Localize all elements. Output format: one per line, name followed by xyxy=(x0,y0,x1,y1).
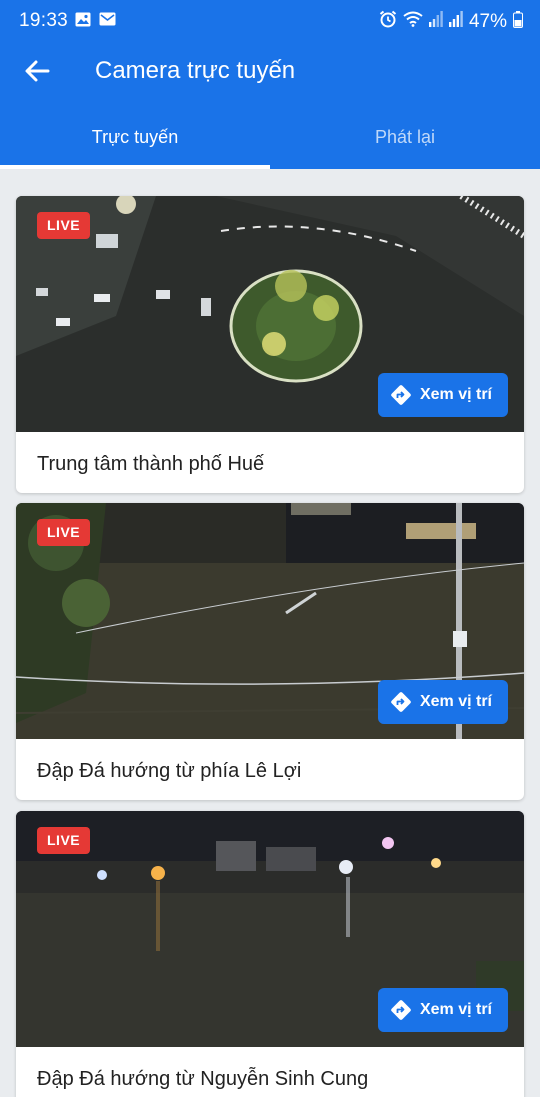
camera-title: Đập Đá hướng từ Nguyễn Sinh Cung xyxy=(37,1068,369,1090)
camera-card[interactable]: LIVE Xem vị trí Đập Đá hướng từ phía Lê … xyxy=(16,503,524,800)
signal-icon xyxy=(448,11,463,33)
live-badge: LIVE xyxy=(37,827,91,854)
status-time: 19:33 xyxy=(19,10,69,31)
camera-card[interactable]: LIVE Xem vị trí Trung tâm thành phố Huế xyxy=(16,196,524,493)
directions-icon xyxy=(390,691,412,713)
view-location-label: Xem vị trí xyxy=(419,1001,492,1018)
tab-playback[interactable]: Phát lại xyxy=(270,108,540,169)
live-badge: LIVE xyxy=(37,519,91,546)
camera-thumbnail[interactable]: LIVE Xem vị trí xyxy=(16,503,524,739)
header: 19:33 47% Camera trực tuyến Trực tuyến P… xyxy=(0,0,540,169)
alarm-icon xyxy=(379,10,397,34)
page-title: Camera trực tuyến xyxy=(95,57,296,84)
view-location-button[interactable]: Xem vị trí xyxy=(377,373,508,417)
camera-thumbnail[interactable]: LIVE Xem vị trí xyxy=(16,811,524,1047)
live-badge: LIVE xyxy=(37,212,91,239)
arrow-left-icon[interactable] xyxy=(20,54,54,88)
camera-thumbnail[interactable]: LIVE Xem vị trí xyxy=(16,196,524,432)
camera-list[interactable]: LIVE Xem vị trí Trung tâm thành phố Huế xyxy=(0,169,540,1097)
camera-title: Đập Đá hướng từ phía Lê Lợi xyxy=(37,760,302,782)
camera-title: Trung tâm thành phố Huế xyxy=(37,453,265,475)
tab-live[interactable]: Trực tuyến xyxy=(0,108,270,169)
tab-bar: Trực tuyến Phát lại xyxy=(0,108,540,169)
view-location-label: Xem vị trí xyxy=(419,386,492,403)
view-location-button[interactable]: Xem vị trí xyxy=(377,988,508,1032)
mail-icon xyxy=(99,12,116,32)
directions-icon xyxy=(390,384,412,406)
view-location-label: Xem vị trí xyxy=(419,693,492,710)
wifi-icon xyxy=(403,11,423,33)
battery-percent: 47% xyxy=(468,11,507,32)
app-bar: Camera trực tuyến xyxy=(0,40,540,104)
directions-icon xyxy=(390,999,412,1021)
view-location-button[interactable]: Xem vị trí xyxy=(377,680,508,724)
status-bar: 19:33 47% xyxy=(0,0,540,40)
battery-icon xyxy=(513,10,523,34)
image-icon xyxy=(75,12,91,32)
signal-icon xyxy=(428,11,443,33)
camera-card[interactable]: LIVE Xem vị trí Đập Đá hướng từ Nguyễn S… xyxy=(16,811,524,1097)
